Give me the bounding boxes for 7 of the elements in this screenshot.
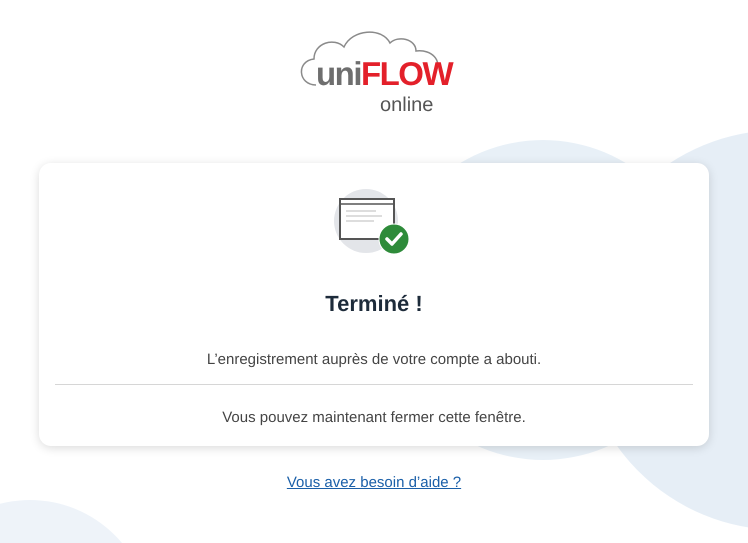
card-title: Terminé ! (325, 291, 423, 317)
logo-subtitle: online (380, 95, 434, 115)
logo-text: uni (316, 57, 361, 90)
success-message: L’enregistrement auprès de votre compte a abouti. (206, 351, 542, 368)
logo-brand-text: FLOW (360, 57, 452, 90)
close-window-note: Vous pouvez maintenant fermer cette fenêtre. (222, 409, 526, 426)
help-link[interactable]: Vous avez besoin d’aide ? (286, 474, 462, 491)
